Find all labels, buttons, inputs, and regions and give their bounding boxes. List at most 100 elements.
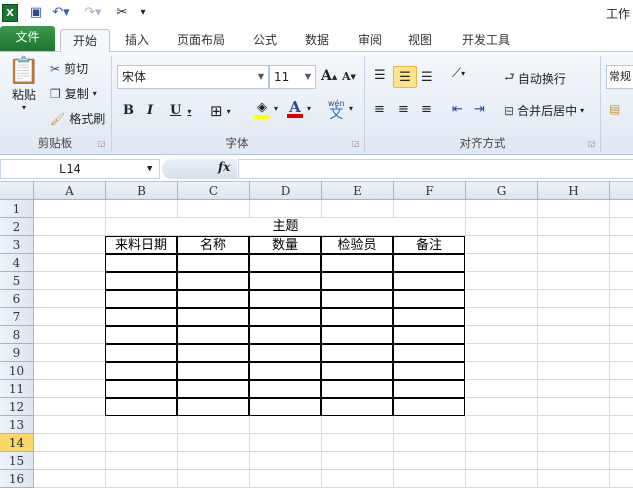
table-cell[interactable] bbox=[393, 254, 465, 272]
cell[interactable] bbox=[538, 416, 610, 434]
paste-button[interactable]: 📋 粘贴 ▾ bbox=[6, 56, 42, 131]
table-cell[interactable] bbox=[393, 272, 465, 290]
cell[interactable] bbox=[178, 434, 250, 452]
dialog-launcher-icon[interactable]: ◲ bbox=[588, 139, 596, 148]
insert-function-button[interactable]: fx bbox=[218, 160, 230, 174]
cell[interactable] bbox=[610, 416, 633, 434]
cell[interactable] bbox=[610, 254, 633, 272]
table-cell[interactable] bbox=[393, 380, 465, 398]
cell[interactable] bbox=[466, 308, 538, 326]
cell[interactable] bbox=[322, 452, 394, 470]
cell[interactable] bbox=[466, 326, 538, 344]
cell[interactable] bbox=[34, 398, 106, 416]
cell[interactable] bbox=[250, 200, 322, 218]
decrease-indent-button[interactable]: ⇤ bbox=[452, 102, 463, 117]
cell[interactable] bbox=[466, 344, 538, 362]
table-cell[interactable] bbox=[105, 308, 177, 326]
cell[interactable] bbox=[538, 236, 610, 254]
tab-data[interactable]: 数据 bbox=[297, 29, 337, 52]
cell[interactable] bbox=[610, 200, 633, 218]
cell[interactable] bbox=[466, 362, 538, 380]
table-cell[interactable] bbox=[321, 272, 393, 290]
cell[interactable] bbox=[538, 200, 610, 218]
cell[interactable] bbox=[466, 290, 538, 308]
cell[interactable] bbox=[538, 308, 610, 326]
table-cell[interactable] bbox=[105, 362, 177, 380]
column-header-e[interactable]: E bbox=[322, 182, 394, 200]
column-header-a[interactable]: A bbox=[34, 182, 106, 200]
table-cell[interactable] bbox=[393, 344, 465, 362]
cell[interactable] bbox=[610, 218, 633, 236]
table-cell[interactable] bbox=[249, 362, 321, 380]
tools-icon[interactable]: ✂ bbox=[112, 3, 132, 21]
row-header-9[interactable]: 9 bbox=[0, 344, 34, 362]
column-header-f[interactable]: F bbox=[394, 182, 466, 200]
table-cell[interactable] bbox=[393, 362, 465, 380]
cell[interactable] bbox=[34, 308, 106, 326]
cell[interactable] bbox=[34, 452, 106, 470]
cell[interactable] bbox=[250, 416, 322, 434]
header-cell[interactable]: 备注 bbox=[393, 236, 465, 254]
cell[interactable] bbox=[394, 416, 466, 434]
tab-view[interactable]: 视图 bbox=[400, 29, 440, 52]
cell[interactable] bbox=[106, 470, 178, 488]
phonetic-dropdown-icon[interactable]: ▾ bbox=[349, 104, 353, 113]
table-cell[interactable] bbox=[249, 326, 321, 344]
table-cell[interactable] bbox=[321, 290, 393, 308]
table-cell[interactable] bbox=[105, 344, 177, 362]
font-color-button[interactable]: A bbox=[287, 100, 303, 118]
cell[interactable] bbox=[466, 416, 538, 434]
tab-page-layout[interactable]: 页面布局 bbox=[170, 29, 232, 52]
cell[interactable] bbox=[322, 434, 394, 452]
cell[interactable] bbox=[466, 398, 538, 416]
cell[interactable] bbox=[610, 452, 633, 470]
cell[interactable] bbox=[394, 200, 466, 218]
header-cell[interactable]: 名称 bbox=[177, 236, 249, 254]
cell[interactable] bbox=[250, 470, 322, 488]
table-cell[interactable] bbox=[321, 326, 393, 344]
table-cell[interactable] bbox=[321, 398, 393, 416]
cell[interactable] bbox=[34, 362, 106, 380]
cell[interactable] bbox=[106, 200, 178, 218]
table-cell[interactable] bbox=[177, 326, 249, 344]
cell[interactable] bbox=[34, 254, 106, 272]
cell[interactable] bbox=[610, 236, 633, 254]
font-size-select[interactable]: 11 ▼ bbox=[269, 65, 316, 89]
table-cell[interactable] bbox=[393, 326, 465, 344]
italic-button[interactable]: I bbox=[147, 103, 153, 118]
cell[interactable] bbox=[394, 434, 466, 452]
align-left-button[interactable]: ≡ bbox=[374, 102, 385, 117]
cell[interactable] bbox=[538, 344, 610, 362]
table-cell[interactable] bbox=[105, 254, 177, 272]
cell[interactable] bbox=[538, 452, 610, 470]
table-cell[interactable] bbox=[321, 308, 393, 326]
cell[interactable] bbox=[466, 254, 538, 272]
cell[interactable] bbox=[538, 218, 610, 236]
header-cell[interactable]: 数量 bbox=[249, 236, 321, 254]
table-cell[interactable] bbox=[177, 254, 249, 272]
tab-formulas[interactable]: 公式 bbox=[245, 29, 285, 52]
row-header-5[interactable]: 5 bbox=[0, 272, 34, 290]
table-cell[interactable] bbox=[105, 272, 177, 290]
row-header-2[interactable]: 2 bbox=[0, 218, 34, 236]
table-cell[interactable] bbox=[393, 308, 465, 326]
cell[interactable] bbox=[394, 452, 466, 470]
cell[interactable] bbox=[34, 344, 106, 362]
cell[interactable] bbox=[34, 218, 106, 236]
shrink-font-button[interactable]: A ▼ bbox=[342, 70, 356, 83]
name-box-dropdown-icon[interactable]: ▼ bbox=[147, 160, 152, 178]
align-center-button[interactable]: ≡ bbox=[398, 102, 409, 117]
cell[interactable] bbox=[34, 416, 106, 434]
table-cell[interactable] bbox=[249, 272, 321, 290]
select-all-button[interactable] bbox=[0, 182, 34, 200]
cell[interactable] bbox=[178, 416, 250, 434]
align-right-button[interactable]: ≡ bbox=[421, 102, 432, 117]
cell[interactable] bbox=[610, 308, 633, 326]
table-cell[interactable] bbox=[249, 344, 321, 362]
row-header-6[interactable]: 6 bbox=[0, 290, 34, 308]
currency-format-icon[interactable]: ▤ bbox=[609, 102, 620, 116]
align-middle-button[interactable]: ☰ bbox=[393, 66, 417, 88]
table-cell[interactable] bbox=[177, 308, 249, 326]
column-header[interactable] bbox=[610, 182, 633, 200]
table-cell[interactable] bbox=[105, 290, 177, 308]
